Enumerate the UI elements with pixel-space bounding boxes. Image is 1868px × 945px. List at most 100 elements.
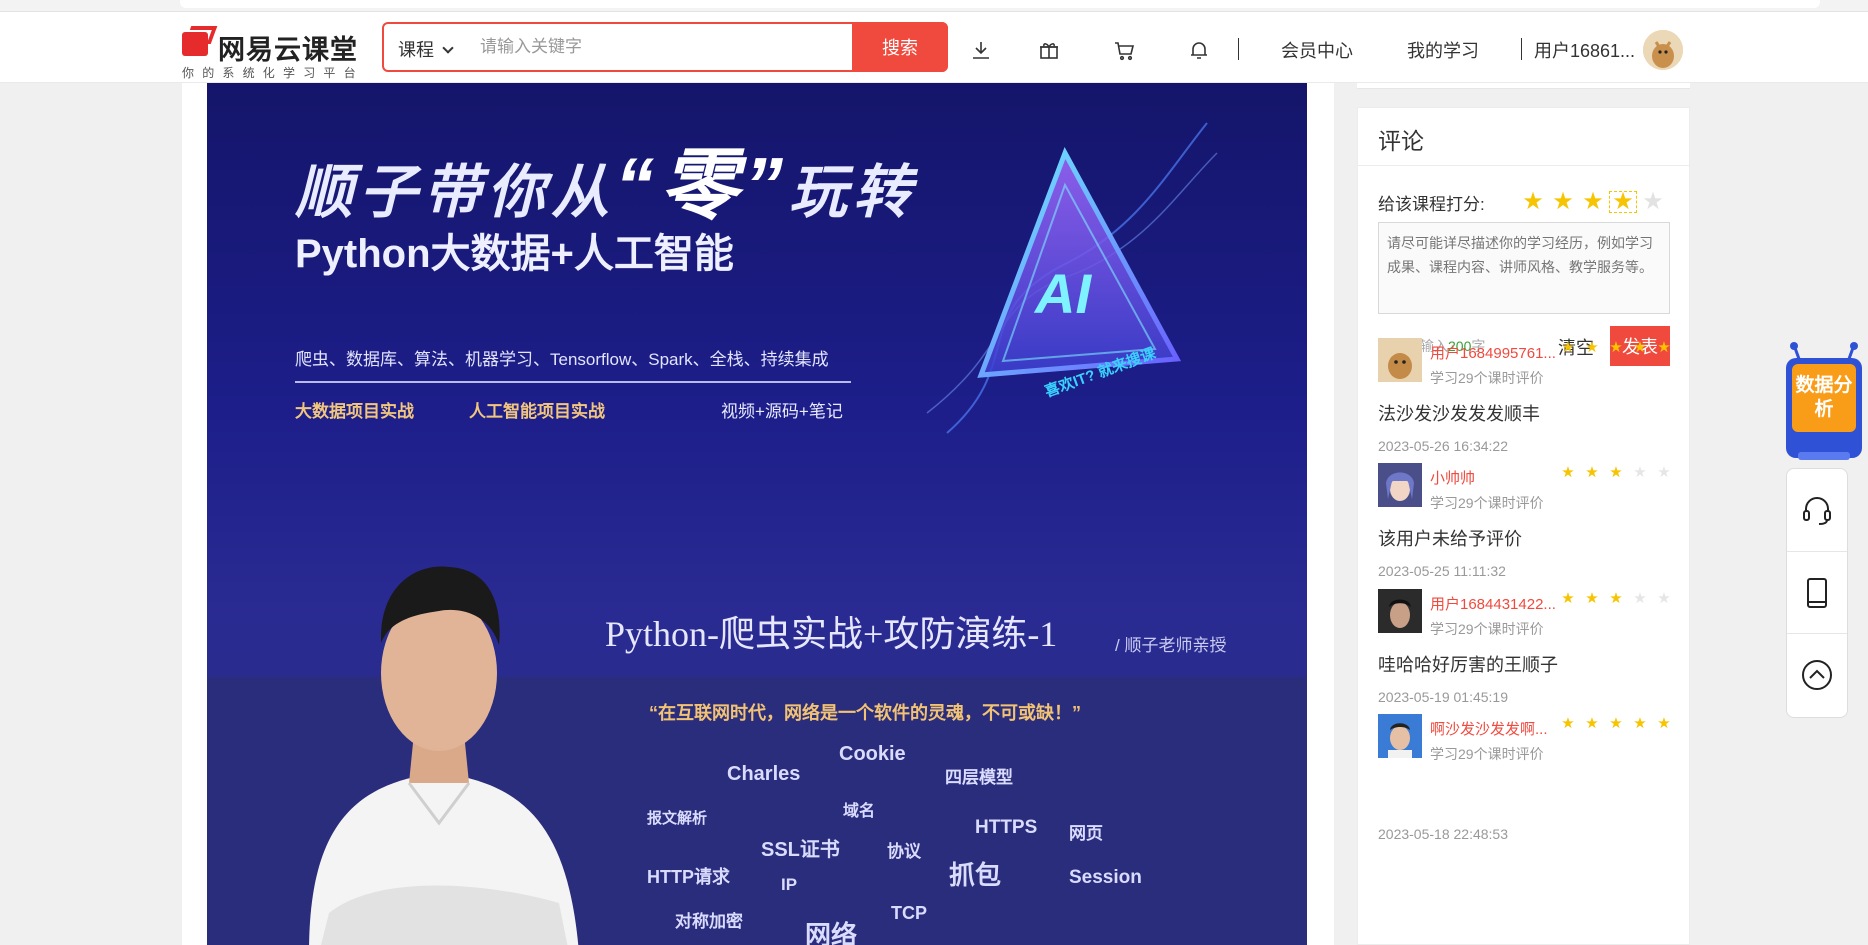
banner-quote: “在互联网时代，网络是一个软件的灵魂，不可或缺！” <box>649 703 1081 723</box>
banner-subtitle: Python大数据+人工智能 <box>295 232 734 276</box>
review-username[interactable]: 啊沙发沙发发啊... <box>1430 718 1555 739</box>
star-icon: ★ <box>1657 590 1671 607</box>
banner-keyword: HTTPS <box>975 817 1038 838</box>
star-icon: ★ <box>1585 590 1599 607</box>
banner-title-zero: “零” <box>615 141 790 229</box>
data-analysis-body: 数据分析 <box>1786 358 1862 460</box>
rating-stars: ★ ★ ★ ★ ★ <box>1518 190 1668 214</box>
avatar[interactable] <box>1378 338 1422 382</box>
banner-feature: 人工智能项目实战 <box>469 402 605 421</box>
review-rating: ★ ★ ★ ★ ★ <box>1556 338 1676 357</box>
banner-keyword: 域名 <box>843 803 876 820</box>
star-icon[interactable]: ★ <box>1578 190 1608 214</box>
search-input[interactable] <box>480 32 820 62</box>
star-icon: ★ <box>1633 715 1647 732</box>
tablet-icon <box>1807 577 1827 608</box>
star-icon[interactable]: ★ <box>1518 190 1548 214</box>
member-center-link[interactable]: 会员中心 <box>1281 37 1353 63</box>
star-icon: ★ <box>1657 715 1671 732</box>
cart-icon[interactable] <box>1112 38 1136 62</box>
download-icon[interactable] <box>969 38 993 62</box>
mobile-app-button[interactable] <box>1787 551 1847 633</box>
banner-keyword: Charles <box>727 763 801 785</box>
star-icon[interactable]: ★ <box>1548 190 1578 214</box>
review-meta: 学习29个课时评价 <box>1430 746 1544 762</box>
star-icon[interactable]: ★ <box>1638 190 1668 214</box>
browser-strip <box>0 0 1868 12</box>
gift-icon[interactable] <box>1037 38 1061 62</box>
customer-service-button[interactable] <box>1787 469 1847 551</box>
banner-keyword: 抓包 <box>949 860 1002 890</box>
review-username[interactable]: 小帅帅 <box>1430 467 1555 488</box>
username-link[interactable]: 用户16861... <box>1534 37 1635 63</box>
side-toolbar <box>1786 468 1848 718</box>
banner-keyword: 网页 <box>1069 824 1103 843</box>
star-icon: ★ <box>1561 715 1575 732</box>
star-icon: ★ <box>1609 464 1623 481</box>
review-text: 哇哈哈好厉害的王顺子 <box>1378 655 1558 675</box>
review-date: 2023-05-25 11:11:32 <box>1378 563 1506 579</box>
rating-row: 给该课程打分: ★ ★ ★ ★ ★ <box>1378 186 1678 216</box>
avatar[interactable] <box>1378 463 1422 507</box>
bell-icon[interactable] <box>1187 38 1211 62</box>
star-icon: ★ <box>1585 464 1599 481</box>
banner-title-prefix: 顺子带你从 <box>295 160 616 225</box>
review-text: 法沙发沙发发发顺丰 <box>1378 404 1540 424</box>
banner-divider <box>295 381 851 383</box>
review-meta: 学习29个课时评价 <box>1430 621 1544 637</box>
banner-keyword: 报文解析 <box>647 810 708 827</box>
search-category-select[interactable]: 课程 <box>398 36 454 62</box>
banner-keyword: 四层模型 <box>945 768 1013 787</box>
star-icon: ★ <box>1609 590 1623 607</box>
review-username[interactable]: 用户1684995761... <box>1430 342 1555 363</box>
star-icon: ★ <box>1585 339 1599 356</box>
back-to-top-button[interactable] <box>1787 633 1847 715</box>
headset-icon <box>1803 497 1831 525</box>
banner-tags: 爬虫、数据库、算法、机器学习、Tensorflow、Spark、全栈、持续集成 <box>295 350 829 369</box>
review-rating: ★ ★ ★ ★ ★ <box>1556 589 1676 608</box>
banner-keyword: Cookie <box>839 743 906 765</box>
sidebar-top-card <box>1357 83 1690 89</box>
course-banner: 顺子带你从“零”玩转 Python大数据+人工智能 爬虫、数据库、算法、机器学习… <box>207 83 1307 945</box>
chevron-down-icon <box>442 42 454 54</box>
review-rating: ★ ★ ★ ★ ★ <box>1556 714 1676 733</box>
avatar[interactable] <box>1378 714 1422 758</box>
star-icon[interactable]: ★ <box>1608 190 1638 214</box>
my-learning-link[interactable]: 我的学习 <box>1407 37 1479 63</box>
search-bar: 课程 搜索 <box>382 22 948 72</box>
star-icon: ★ <box>1657 339 1671 356</box>
logo-title: 网易云课堂 <box>218 35 358 65</box>
review-rating: ★ ★ ★ ★ ★ <box>1556 463 1676 482</box>
banner-title: 顺子带你从“零”玩转 <box>295 123 917 235</box>
star-icon: ★ <box>1561 590 1575 607</box>
teacher-photo <box>309 566 579 945</box>
review-date: 2023-05-18 22:48:53 <box>1378 826 1508 842</box>
comment-textarea[interactable] <box>1378 222 1670 314</box>
header-divider <box>1521 38 1522 60</box>
review-text: 该用户未给予评价 <box>1378 529 1522 549</box>
banner-course-name: Python-爬虫实战+攻防演练-1 <box>605 614 1058 654</box>
review-date: 2023-05-26 16:34:22 <box>1378 438 1508 454</box>
data-analysis-footer <box>1798 452 1850 460</box>
review-meta: 学习29个课时评价 <box>1430 370 1544 386</box>
avatar[interactable] <box>1643 30 1683 70</box>
back-to-top-icon <box>1802 659 1832 690</box>
banner-feature: 视频+源码+笔记 <box>721 402 843 421</box>
star-icon: ★ <box>1561 464 1575 481</box>
avatar[interactable] <box>1378 589 1422 633</box>
search-button[interactable]: 搜索 <box>852 22 948 72</box>
star-icon: ★ <box>1633 590 1647 607</box>
review-username[interactable]: 用户1684431422... <box>1430 593 1555 614</box>
banner-keyword: 网络 <box>805 920 858 945</box>
star-icon: ★ <box>1561 339 1575 356</box>
logo-mark-icon <box>182 32 208 56</box>
banner-teacher: / 顺子老师亲授 <box>1115 636 1227 655</box>
logo-subtitle: 你的系统化学习平台 <box>182 66 364 80</box>
star-icon: ★ <box>1633 464 1647 481</box>
site-header: 网易云课堂 你的系统化学习平台 课程 搜索 会员中心 我的学习 用户16861.… <box>0 12 1868 83</box>
data-analysis-label: 数据分析 <box>1792 364 1856 432</box>
review-date: 2023-05-19 01:45:19 <box>1378 689 1508 705</box>
review-meta: 学习29个课时评价 <box>1430 495 1544 511</box>
site-logo[interactable]: 网易云课堂 你的系统化学习平台 <box>180 20 370 80</box>
data-analysis-widget[interactable]: 数据分析 <box>1786 342 1862 460</box>
